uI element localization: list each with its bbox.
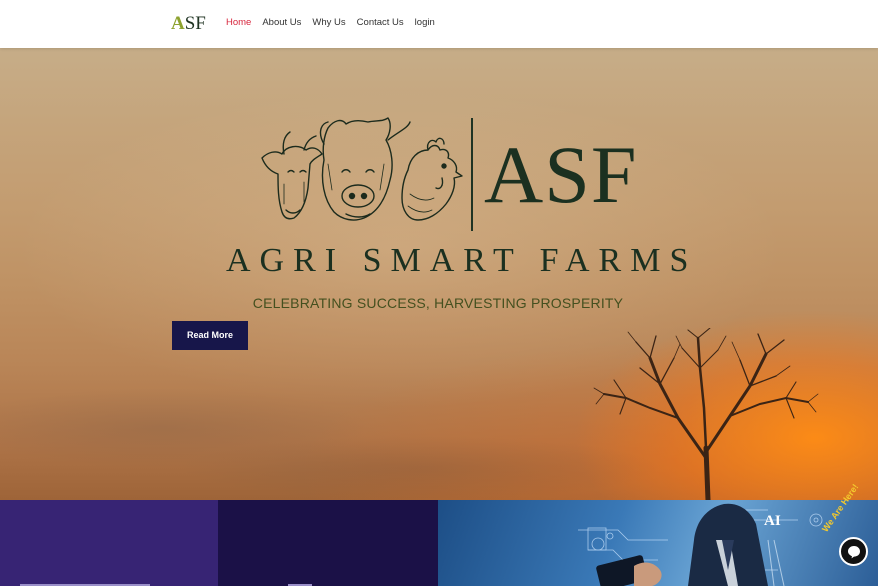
chat-widget-button[interactable] xyxy=(839,537,868,566)
nav-menu: Home About Us Why Us Contact Us login xyxy=(226,16,446,30)
chat-bubble-icon xyxy=(848,546,860,559)
navbar: A SF Home About Us Why Us Contact Us log… xyxy=(0,0,878,48)
nav-item-home[interactable]: Home xyxy=(226,16,251,30)
nav-item-contact-us[interactable]: Contact Us xyxy=(357,16,404,30)
brand-logo-text: SF xyxy=(184,13,206,34)
read-more-button[interactable]: Read More xyxy=(172,321,248,350)
brand-logo[interactable]: A SF xyxy=(171,14,206,34)
feature-panel-navy[interactable] xyxy=(218,500,438,586)
hero-tagline: CELEBRATING SUCCESS, HARVESTING PROSPERI… xyxy=(252,295,624,311)
hero-banner: ASF AGRI SMART FARMS CELEBRATING SUCCESS… xyxy=(0,48,878,500)
nav-item-login[interactable]: login xyxy=(415,16,435,30)
logo-company-name: AGRI SMART FARMS xyxy=(226,242,698,279)
logo-divider xyxy=(471,118,473,231)
feature-panel-purple[interactable] xyxy=(0,500,218,586)
brand-logo-initial: A xyxy=(171,13,185,34)
ai-label: AI xyxy=(764,513,781,529)
feature-panel-tech-image[interactable]: AI xyxy=(438,500,878,586)
smart-farming-tech-illustration-icon xyxy=(578,503,823,586)
feature-strip: AI xyxy=(0,500,878,586)
nav-item-about-us[interactable]: About Us xyxy=(262,16,301,30)
cow-pig-rooster-logo-icon xyxy=(261,117,463,221)
tree-silhouette-icon xyxy=(593,328,819,500)
logo-mark: ASF xyxy=(484,129,638,220)
nav-item-why-us[interactable]: Why Us xyxy=(312,16,345,30)
